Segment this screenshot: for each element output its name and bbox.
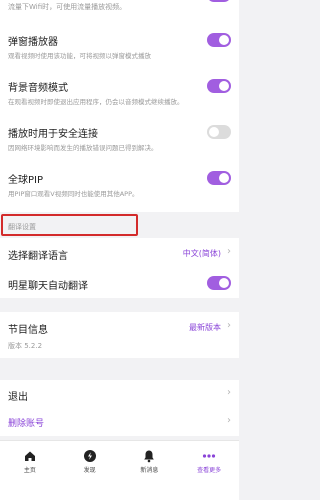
tab-discover[interactable]: 发现 [60,441,120,500]
background-audio-desc: 在观看视频时即使退出应用程序，仍会以音频模式继续播放。 [8,98,184,106]
delete-account-label: 删除账号 [8,419,45,429]
tab-home-label: 主页 [23,467,36,474]
tab-more-label: 查看更多 [197,467,222,474]
wifi-playback-toggle[interactable] [207,0,231,2]
translation-language-row[interactable]: 选择翻译语言 中文(简体) › [0,238,239,268]
more-dots-icon [203,454,216,458]
exit-label: 退出 [8,392,28,403]
global-pip-title: 全球PIP [8,175,44,186]
highlight-annotation-box [1,214,138,236]
program-info-title: 节目信息 [8,325,48,336]
global-pip-toggle[interactable] [207,171,231,185]
auto-translate-row: 明星聊天自动翻译 [0,268,239,298]
background-audio-title: 背景音频模式 [8,83,68,94]
secure-connection-toggle[interactable] [207,125,231,139]
tab-notifications[interactable]: 新消息 [120,441,180,500]
wifi-playback-desc: 流量下Wifi时，可使用流量播放视频。 [8,3,127,11]
account-card: 退出 › 删除账号 › [0,380,239,436]
playback-settings-card: 流量下Wifi时，可使用流量播放视频。 弹窗播放器 观看视频时使用该功能，可将视… [0,0,239,212]
chevron-right-icon: › [227,320,231,331]
tab-more[interactable]: 查看更多 [179,441,239,500]
background-audio-setting: 背景音频模式 在观看视频时即使退出应用程序，仍会以音频模式继续播放。 [0,72,239,112]
wifi-playback-setting: 流量下Wifi时，可使用流量播放视频。 [0,0,239,22]
exit-row[interactable]: 退出 › [0,380,239,408]
version-text: 版本 5.2.2 [8,342,43,350]
chevron-right-icon: › [227,415,231,426]
latest-version-badge: 最新版本 [189,323,221,332]
popup-player-desc: 观看视频时使用该功能，可将视频以弹窗模式播放 [8,52,151,60]
translation-language-label: 选择翻译语言 [8,251,68,262]
toggle-knob [219,173,229,183]
background-audio-toggle[interactable] [207,79,231,93]
translation-settings-card: 选择翻译语言 中文(简体) › 明星聊天自动翻译 [0,238,239,298]
toggle-knob [219,278,229,288]
tab-home[interactable]: 主页 [0,441,60,500]
toggle-knob [219,35,229,45]
secure-connection-desc: 因网络环境影响而发生的播放错误问题已得到解决。 [8,144,158,152]
tab-discover-label: 发现 [83,467,96,474]
translation-language-value: 中文(简体) [182,249,221,258]
popup-player-title: 弹窗播放器 [8,37,58,48]
chevron-right-icon: › [227,387,231,398]
discover-icon [83,450,96,462]
bell-icon [144,450,155,463]
delete-account-row[interactable]: 删除账号 › [0,408,239,436]
toggle-knob [209,127,219,137]
auto-translate-toggle[interactable] [207,276,231,290]
toggle-knob [219,81,229,91]
global-pip-setting: 全球PIP 用PIP窗口观看V视频同时也能使用其他APP。 [0,164,239,204]
tab-notifications-label: 新消息 [140,467,159,474]
global-pip-desc: 用PIP窗口观看V视频同时也能使用其他APP。 [8,190,139,198]
secure-connection-setting: 播放时用于安全连接 因网络环境影响而发生的播放错误问题已得到解决。 [0,118,239,158]
auto-translate-label: 明星聊天自动翻译 [8,281,88,292]
program-info-card[interactable]: 节目信息 最新版本 › 版本 5.2.2 [0,312,239,358]
bottom-tab-bar: 主页 发现 新消息 查看更多 [0,440,239,500]
home-icon [24,451,35,461]
secure-connection-title: 播放时用于安全连接 [8,129,98,140]
popup-player-setting: 弹窗播放器 观看视频时使用该功能，可将视频以弹窗模式播放 [0,26,239,66]
chevron-right-icon: › [227,246,231,257]
popup-player-toggle[interactable] [207,33,231,47]
